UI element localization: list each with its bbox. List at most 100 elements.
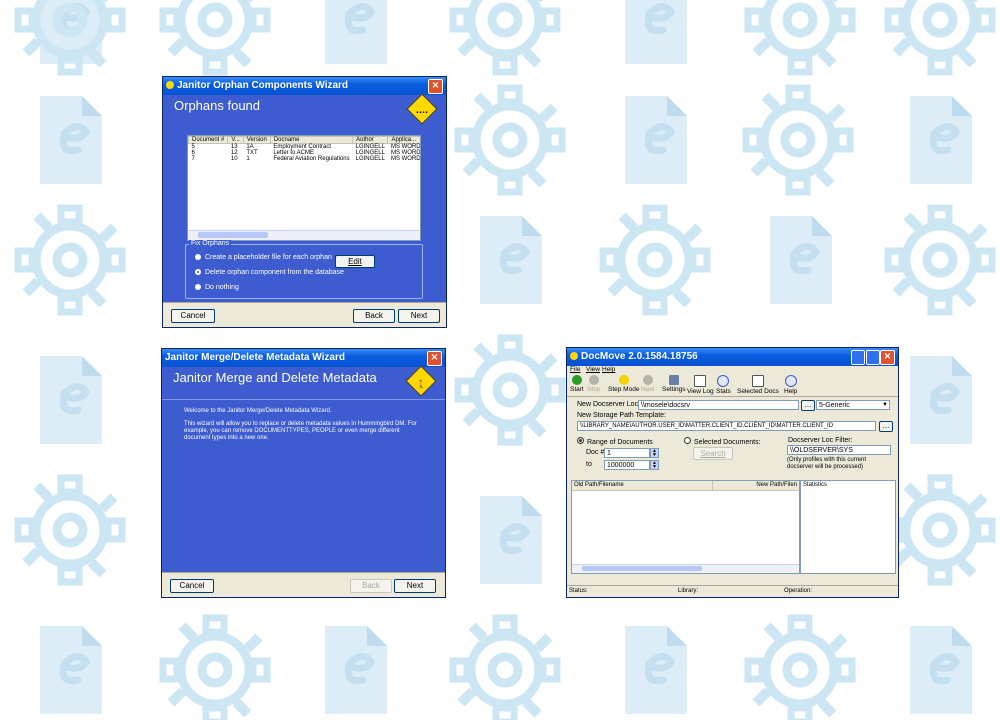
cancel-button[interactable]: Cancel bbox=[170, 579, 214, 593]
stats-icon bbox=[717, 375, 730, 387]
menu-bar: File View Help bbox=[567, 366, 898, 375]
col-new-path[interactable]: New Path/Filen bbox=[756, 482, 797, 488]
filter-label: Docserver Loc Filter: bbox=[788, 437, 853, 444]
horizontal-scrollbar[interactable] bbox=[188, 230, 420, 240]
stop-icon bbox=[588, 375, 599, 385]
column-header[interactable]: Author bbox=[352, 136, 389, 144]
table-cell: Federal Aviation Regulations bbox=[273, 156, 350, 162]
scroll-thumb[interactable] bbox=[582, 566, 702, 571]
table-row[interactable]: 7 10 1 Federal Aviation Regulations LGINGELL… bbox=[189, 156, 421, 162]
stats-button[interactable]: Stats bbox=[716, 375, 731, 395]
selected-docs-icon bbox=[751, 375, 764, 387]
menu-view[interactable]: View bbox=[586, 366, 600, 373]
next-toolbar-button[interactable]: Next bbox=[641, 375, 654, 393]
step-mode-button[interactable]: Step Mode bbox=[608, 375, 639, 393]
menu-file[interactable]: File bbox=[570, 366, 580, 373]
to-label: to bbox=[586, 461, 592, 468]
status-bar: Status: Library: Operation: bbox=[567, 585, 898, 597]
header-title: Janitor Merge and Delete Metadata bbox=[173, 370, 377, 385]
docmove-window: DocMove 2.0.1584.18756 × File View Help … bbox=[567, 348, 898, 597]
docserver-browse-button[interactable]: ... bbox=[801, 400, 815, 411]
start-icon bbox=[571, 375, 582, 385]
header-divider bbox=[162, 399, 445, 400]
template-field[interactable]: \\LIBRARY_NAME\AUTHOR.USER_ID\MATTER.CLI… bbox=[577, 421, 876, 431]
table-cell: 7 bbox=[191, 156, 195, 162]
doc-number-label: Doc # bbox=[586, 449, 605, 456]
help-button[interactable]: Help bbox=[784, 375, 797, 395]
fix-orphans-label: Fix Orphans bbox=[189, 240, 232, 247]
toolbar: Start Stop Step Mode Next Settings View … bbox=[567, 375, 898, 395]
settings-button[interactable]: Settings bbox=[662, 375, 686, 393]
column-header[interactable]: Applica... bbox=[387, 136, 420, 144]
col-old-path[interactable]: Old Path/Filename bbox=[574, 482, 624, 488]
orphan-list[interactable]: Document # V... Version Docname Author Applic… bbox=[187, 135, 421, 241]
column-header[interactable]: Document # bbox=[188, 136, 229, 144]
next-icon bbox=[642, 375, 653, 385]
statistics-panel: Statistics bbox=[800, 480, 896, 574]
merge-wizard-window: Janitor Merge/Delete Metadata Wizard × Ja… bbox=[162, 349, 445, 597]
selected-docs-button[interactable]: Selected Docs bbox=[737, 375, 779, 395]
library-label: Library: bbox=[678, 588, 699, 594]
window-title: Janitor Orphan Components Wizard bbox=[177, 80, 349, 91]
window-title: Janitor Merge/Delete Metadata Wizard bbox=[165, 352, 345, 363]
option-do-nothing[interactable]: Do nothing bbox=[195, 284, 239, 291]
view-log-icon bbox=[694, 375, 707, 387]
path-list[interactable]: Old Path/Filename New Path/Filen bbox=[571, 480, 800, 574]
next-button[interactable]: Next bbox=[398, 309, 440, 323]
status-label: Status: bbox=[569, 588, 588, 594]
edit-button[interactable]: Edit bbox=[335, 255, 375, 268]
column-header[interactable]: V... bbox=[227, 136, 244, 144]
title-bar[interactable]: DocMove 2.0.1584.18756 × bbox=[567, 348, 898, 366]
title-bar[interactable]: Janitor Orphan Components Wizard × bbox=[163, 77, 446, 95]
back-button[interactable]: Back bbox=[350, 579, 392, 593]
doc-from-spinner[interactable]: ▲ ▼ bbox=[650, 448, 659, 458]
col-divider bbox=[712, 481, 713, 490]
column-header[interactable]: Version bbox=[242, 136, 271, 144]
template-browse-button[interactable]: ... bbox=[879, 421, 893, 432]
docserver-type-select[interactable]: 5-Generic ▼ bbox=[816, 400, 890, 410]
selected-docs-option[interactable]: Selected Documents: bbox=[684, 437, 761, 446]
close-icon[interactable]: × bbox=[427, 351, 442, 366]
description-text: This wizard will allow you to replace or… bbox=[184, 421, 417, 441]
column-header[interactable]: Docname bbox=[269, 136, 354, 144]
header-title: Orphans found bbox=[174, 98, 261, 113]
doc-to-spinner[interactable]: ▲ ▼ bbox=[650, 460, 659, 470]
table-cell: LGINGELL bbox=[355, 156, 385, 162]
doc-to-field[interactable]: 1000000 bbox=[604, 460, 650, 470]
table-cell: 1 bbox=[246, 156, 250, 162]
stop-button[interactable]: Stop bbox=[587, 375, 600, 393]
help-icon bbox=[784, 375, 797, 387]
filter-field[interactable]: \\OLDSERVER\SYS bbox=[787, 445, 891, 455]
scroll-thumb[interactable] bbox=[198, 232, 268, 238]
statistics-label: Statistics bbox=[803, 482, 828, 488]
close-icon[interactable]: × bbox=[428, 79, 443, 94]
orphan-table: Document # V... Version Docname Author Applic… bbox=[188, 136, 421, 162]
search-button[interactable]: Search bbox=[693, 447, 733, 460]
cancel-button[interactable]: Cancel bbox=[171, 309, 215, 323]
back-button[interactable]: Back bbox=[353, 309, 395, 323]
range-option[interactable]: Range of Documents bbox=[577, 437, 653, 446]
list-scrollbar[interactable] bbox=[572, 564, 799, 573]
step-mode-icon bbox=[618, 375, 629, 385]
wizard-sign-icon: 🚶 bbox=[405, 365, 437, 397]
minimize-icon[interactable] bbox=[851, 350, 865, 365]
welcome-text: Welcome to the Janitor Merge/Delete Meta… bbox=[184, 408, 332, 414]
docserver-field[interactable]: \\mosele\docsrv bbox=[638, 400, 799, 410]
next-button[interactable]: Next bbox=[394, 579, 436, 593]
window-title: DocMove 2.0.1584.18756 bbox=[581, 351, 698, 362]
toolbar-divider bbox=[567, 396, 898, 397]
list-header: Old Path/Filename New Path/Filen bbox=[572, 481, 799, 491]
wizard-sign-icon: ···· bbox=[406, 93, 438, 125]
doc-from-field[interactable]: 1 bbox=[604, 448, 650, 458]
option-delete-orphan[interactable]: Delete orphan component from the databas… bbox=[195, 269, 344, 276]
start-button[interactable]: Start bbox=[570, 375, 584, 393]
chevron-down-icon[interactable]: ▼ bbox=[882, 401, 888, 409]
view-log-button[interactable]: View Log bbox=[687, 375, 714, 395]
close-icon[interactable]: × bbox=[880, 350, 895, 365]
table-cell: 10 bbox=[230, 156, 238, 162]
menu-help[interactable]: Help bbox=[602, 366, 615, 373]
title-bar[interactable]: Janitor Merge/Delete Metadata Wizard × bbox=[162, 349, 445, 367]
option-create-placeholder[interactable]: Create a placeholder file for each orpha… bbox=[195, 254, 332, 261]
maximize-icon[interactable] bbox=[866, 350, 880, 365]
table-cell: MS WORD bbox=[390, 156, 421, 162]
